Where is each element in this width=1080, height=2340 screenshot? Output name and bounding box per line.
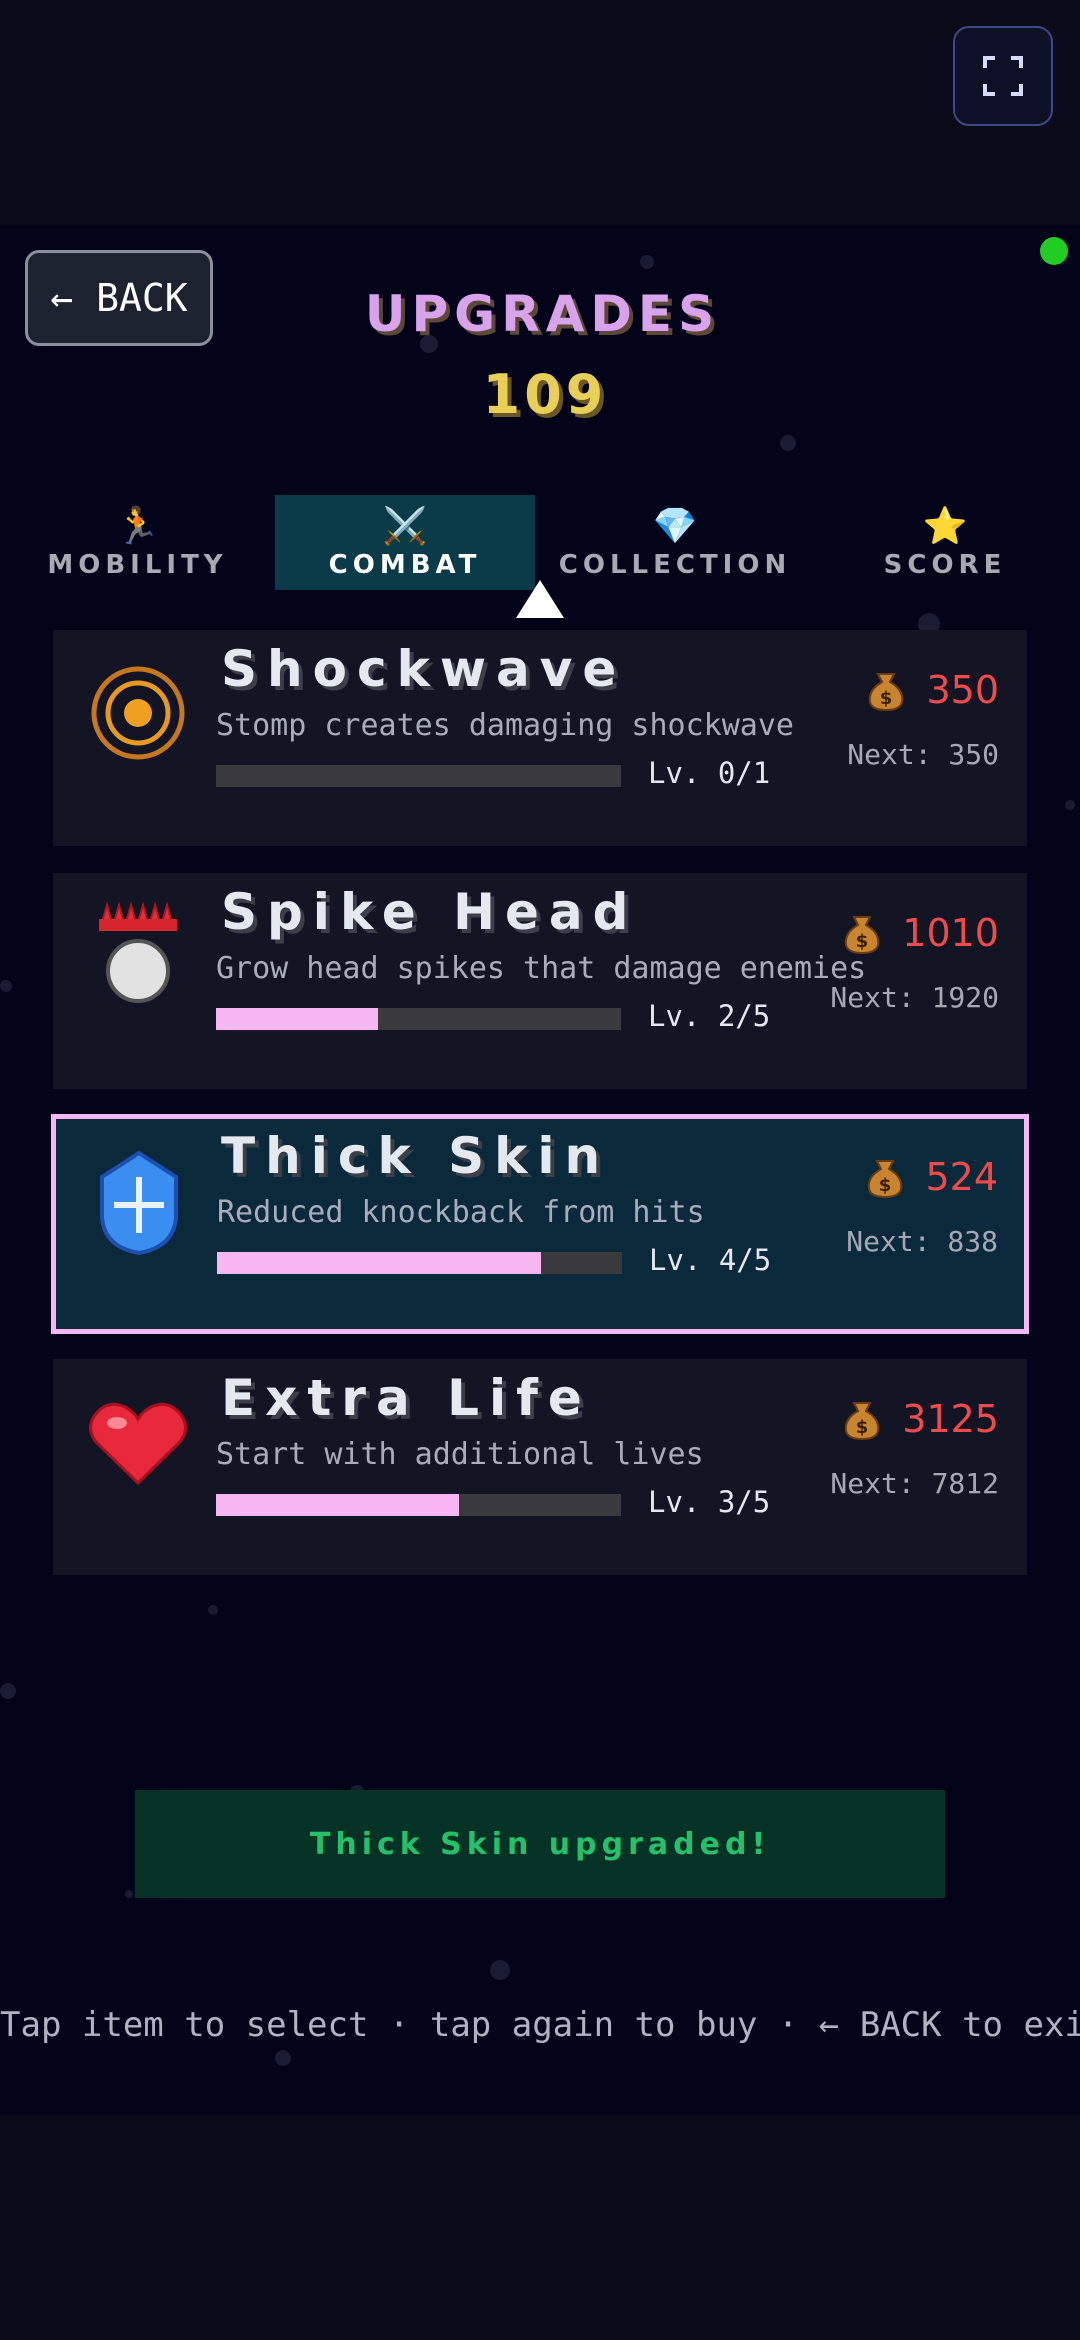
tab-label: SCORE (883, 549, 1007, 580)
upgrade-level: Lv. 2/5 (648, 999, 771, 1033)
page-title: UPGRADES (364, 285, 721, 343)
upgrades-screen: ← BACK UPGRADES 109 🏃 MOBILITY ⚔️ COMBAT… (0, 225, 1080, 2115)
money-bag-icon: $ (845, 916, 880, 955)
price-value: 524 (925, 1155, 998, 1199)
tab-mobility[interactable]: 🏃 MOBILITY (25, 495, 250, 590)
upgrade-description: Stomp creates damaging shockwave (216, 708, 794, 743)
next-price: Next: 7812 (830, 1467, 999, 1500)
upgrade-toast: Thick Skin upgraded! (135, 1790, 945, 1898)
upgrade-level: Lv. 3/5 (648, 1485, 771, 1519)
tab-label: COLLECTION (558, 549, 792, 580)
upgrade-price: $ 1010 (840, 911, 999, 955)
fullscreen-button[interactable] (953, 26, 1053, 126)
money-bag-icon: $ (868, 1160, 903, 1199)
tab-pointer (516, 580, 564, 618)
shockwave-icon (91, 666, 185, 760)
upgrade-card-spike-head[interactable]: Spike Head Grow head spikes that damage … (53, 873, 1027, 1089)
instructions-hint: Tap item to select · tap again to buy · … (0, 2005, 1080, 2045)
crossed-swords-icon: ⚔️ (382, 505, 428, 547)
upgrade-price: $ 3125 (840, 1397, 999, 1441)
next-price: Next: 838 (846, 1225, 998, 1258)
tab-label: COMBAT (328, 549, 482, 580)
upgrade-name: Extra Life (221, 1369, 592, 1427)
svg-text:$: $ (880, 688, 893, 709)
upgrade-description: Start with additional lives (216, 1437, 704, 1472)
fullscreen-icon (983, 56, 1023, 96)
svg-text:$: $ (856, 1417, 869, 1438)
runner-icon: 🏃 (115, 505, 160, 547)
tab-score[interactable]: ⭐ SCORE (850, 495, 1040, 590)
upgrade-level: Lv. 4/5 (649, 1243, 772, 1277)
price-value: 350 (926, 668, 999, 712)
upgrade-price: $ 350 (864, 668, 999, 712)
upgrade-price: $ 524 (863, 1155, 998, 1199)
tab-label: MOBILITY (47, 549, 228, 580)
next-price: Next: 1920 (830, 981, 999, 1014)
level-progress-bar (216, 1008, 621, 1030)
status-indicator (1040, 237, 1068, 265)
upgrade-level: Lv. 0/1 (648, 756, 771, 790)
shield-icon (100, 1150, 178, 1256)
tab-collection[interactable]: 💎 COLLECTION (555, 495, 795, 590)
upgrade-description: Reduced knockback from hits (217, 1195, 705, 1230)
upgrade-name: Spike Head (221, 883, 639, 941)
upgrade-card-thick-skin[interactable]: Thick Skin Reduced knockback from hits L… (51, 1114, 1029, 1334)
money-bag-icon: $ (869, 673, 904, 712)
spike-head-icon (99, 901, 177, 1003)
heart-icon (89, 1402, 187, 1486)
upgrade-name: Shockwave (221, 640, 627, 698)
svg-text:$: $ (879, 1175, 892, 1196)
level-progress-bar (216, 1494, 621, 1516)
tab-combat[interactable]: ⚔️ COMBAT (275, 495, 535, 590)
star-icon: ⭐ (922, 505, 968, 547)
level-progress-bar (216, 765, 621, 787)
bottom-bar (0, 2115, 1080, 2340)
svg-text:$: $ (856, 931, 869, 952)
gem-icon: 💎 (652, 505, 698, 547)
upgrade-description: Grow head spikes that damage enemies (216, 951, 867, 986)
upgrade-card-extra-life[interactable]: Extra Life Start with additional lives L… (53, 1359, 1027, 1575)
upgrade-name: Thick Skin (221, 1127, 611, 1185)
top-bar (0, 0, 1080, 225)
level-progress-bar (217, 1252, 622, 1274)
upgrade-card-shockwave[interactable]: Shockwave Stomp creates damaging shockwa… (53, 630, 1027, 846)
price-value: 1010 (902, 911, 999, 955)
next-price: Next: 350 (847, 738, 999, 771)
money-bag-icon: $ (845, 1402, 880, 1441)
price-value: 3125 (902, 1397, 999, 1441)
coin-balance: 109 (482, 363, 608, 426)
